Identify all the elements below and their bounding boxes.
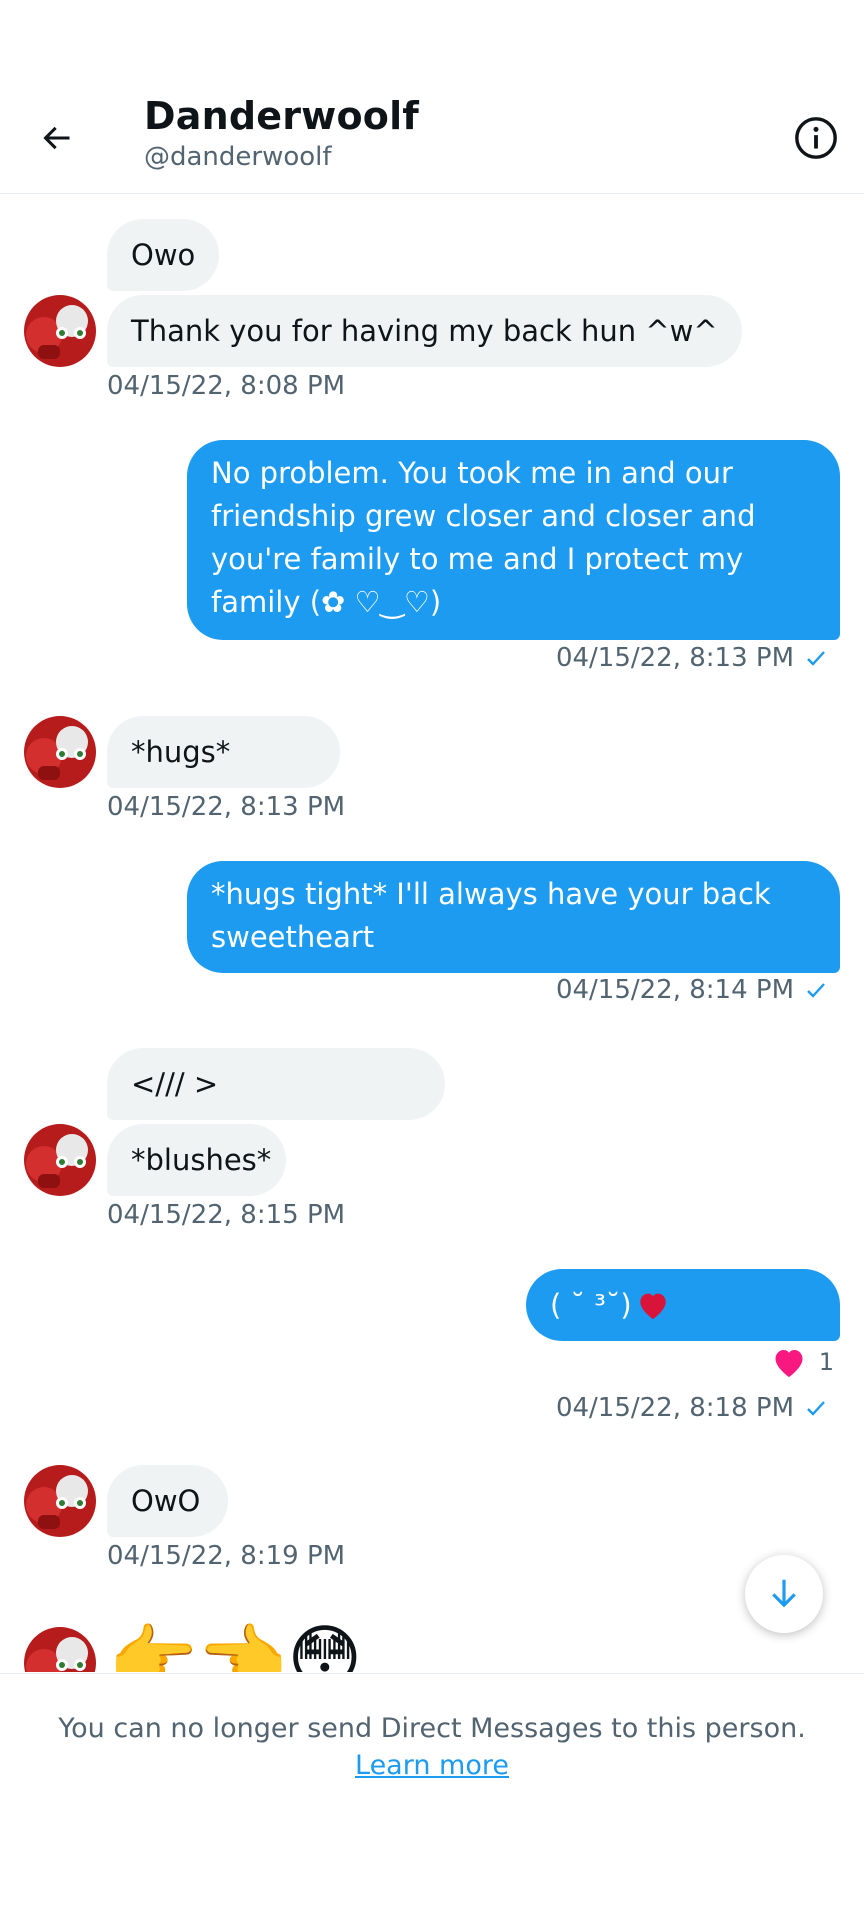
avatar[interactable] — [24, 1627, 96, 1672]
avatar-image — [24, 295, 96, 367]
conversation-handle[interactable]: @danderwoolf — [144, 142, 332, 172]
info-button[interactable] — [790, 112, 842, 164]
conversation-header: Danderwoolf @danderwoolf — [0, 0, 864, 194]
emoji-message[interactable]: 👉👈😳 — [108, 1613, 362, 1672]
scroll-to-bottom-button[interactable] — [745, 1555, 823, 1633]
message-bubble-incoming[interactable]: </// > — [107, 1048, 445, 1120]
message-timestamp: 04/15/22, 8:13 PM — [555, 643, 794, 673]
avatar[interactable] — [24, 295, 96, 367]
avatar[interactable] — [24, 1124, 96, 1196]
message-timestamp-row: 04/15/22, 8:18 PM — [556, 1393, 828, 1423]
heart-reaction-icon — [775, 1350, 803, 1377]
notice-text: You can no longer send Direct Messages t… — [58, 1713, 806, 1744]
message-timestamp: 04/15/22, 8:13 PM — [107, 792, 346, 822]
message-text: OwO — [131, 1483, 201, 1518]
message-timestamp: 04/15/22, 8:18 PM — [555, 1393, 794, 1423]
message-text: Thank you for having my back hun ^w^ — [131, 313, 718, 348]
message-bubble-outgoing[interactable]: No problem. You took me in and our frien… — [187, 440, 840, 640]
message-bubble-outgoing[interactable]: *hugs tight* I'll always have your back … — [187, 861, 840, 973]
message-timestamp: 04/15/22, 8:15 PM — [107, 1200, 346, 1230]
avatar-image — [24, 1124, 96, 1196]
message-list[interactable]: Owo Thank you for having my back hun ^w^… — [0, 195, 864, 1672]
message-text: *blushes* — [131, 1142, 272, 1177]
message-bubble-incoming[interactable]: OwO — [107, 1465, 228, 1537]
message-timestamp-row: 04/15/22, 8:14 PM — [556, 975, 828, 1005]
info-circle-icon — [795, 117, 837, 159]
heart-icon — [639, 1293, 666, 1320]
message-timestamp-row: 04/15/22, 8:13 PM — [556, 643, 828, 673]
message-bubble-incoming[interactable]: Thank you for having my back hun ^w^ — [107, 295, 742, 367]
emoji-text: 👉👈😳 — [108, 1616, 363, 1672]
check-icon — [807, 651, 825, 666]
reaction-count: 1 — [818, 1348, 834, 1376]
message-text: ( ˘ ³˘) — [550, 1287, 632, 1322]
back-button[interactable] — [30, 112, 82, 164]
message-text: No problem. You took me in and our frien… — [211, 456, 756, 619]
message-text: *hugs* — [131, 734, 231, 769]
avatar-image — [24, 1465, 96, 1537]
avatar[interactable] — [24, 1465, 96, 1537]
message-timestamp: 04/15/22, 8:19 PM — [107, 1541, 346, 1571]
message-bubble-outgoing[interactable]: ( ˘ ³˘) — [526, 1269, 840, 1341]
message-timestamp: 04/15/22, 8:14 PM — [555, 975, 794, 1005]
dm-restricted-notice: You can no longer send Direct Messages t… — [0, 1673, 864, 1920]
check-icon — [807, 983, 825, 998]
learn-more-link[interactable]: Learn more — [355, 1750, 509, 1781]
message-bubble-incoming[interactable]: Owo — [107, 219, 220, 291]
message-text: </// > — [131, 1066, 219, 1101]
avatar-image — [24, 1627, 96, 1672]
message-reaction[interactable]: 1 — [771, 1345, 834, 1379]
message-text: Owo — [131, 237, 196, 272]
message-bubble-incoming[interactable]: *blushes* — [107, 1124, 286, 1196]
message-text: *hugs tight* I'll always have your back … — [211, 877, 771, 954]
message-timestamp: 04/15/22, 8:08 PM — [107, 371, 346, 401]
check-icon — [807, 1401, 825, 1416]
conversation-title[interactable]: Danderwoolf — [144, 94, 419, 138]
arrow-down-icon — [772, 1579, 796, 1608]
avatar[interactable] — [24, 716, 96, 788]
avatar-image — [24, 716, 96, 788]
arrow-left-icon — [43, 126, 70, 150]
notice-text-block: You can no longer send Direct Messages t… — [30, 1710, 834, 1784]
message-bubble-incoming[interactable]: *hugs* — [107, 716, 340, 788]
